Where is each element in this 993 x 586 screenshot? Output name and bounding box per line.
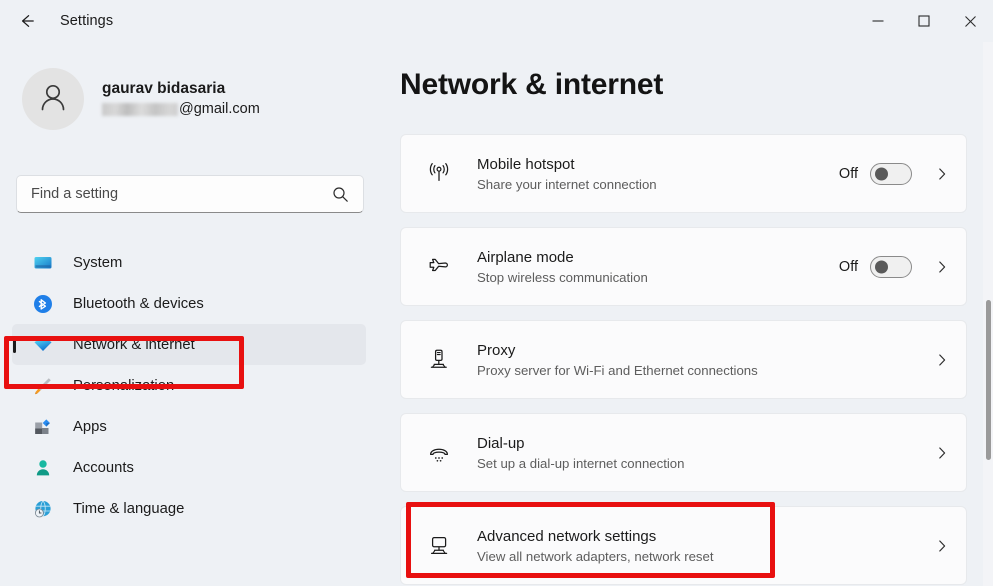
account-name: gaurav bidasaria [102, 80, 226, 97]
sidebar-item-accounts[interactable]: Accounts [12, 447, 366, 488]
account-email-suffix: @gmail.com [179, 101, 260, 117]
card-controls: Off [838, 255, 950, 278]
search-input[interactable] [17, 186, 332, 202]
card-subtitle: View all network adapters, network reset [477, 548, 714, 564]
minimize-button[interactable] [855, 0, 901, 42]
card-subtitle: Proxy server for Wi-Fi and Ethernet conn… [477, 362, 758, 378]
mobile-hotspot-toggle[interactable] [870, 162, 912, 185]
toggle-knob [875, 167, 888, 180]
close-icon [963, 14, 978, 29]
sidebar-nav: System Bluetooth & devices Network & int… [0, 242, 392, 529]
person-avatar-icon [35, 79, 71, 120]
sidebar-item-apps[interactable]: Apps [12, 406, 366, 447]
card-title: Mobile hotspot [477, 155, 575, 173]
scrollbar-thumb[interactable] [986, 300, 991, 460]
monitor-icon [32, 252, 54, 274]
sidebar-item-label: Network & internet [73, 336, 195, 353]
person-icon [32, 457, 54, 479]
airplane-mode-toggle[interactable] [870, 255, 912, 278]
globe-clock-icon [32, 498, 54, 520]
chevron-right-icon[interactable] [934, 445, 950, 461]
wifi-icon [32, 334, 54, 356]
sidebar-item-personalization[interactable]: Personalization [12, 365, 366, 406]
card-subtitle: Stop wireless communication [477, 269, 648, 285]
maximize-icon [917, 14, 931, 28]
redacted-email-icon [102, 102, 178, 116]
toggle-state-label: Off [838, 258, 858, 275]
card-controls: Off [838, 162, 950, 185]
apps-icon [32, 416, 54, 438]
sidebar-item-label: Apps [73, 418, 107, 435]
main-scrollbar[interactable] [983, 42, 993, 586]
settings-card-list: Mobile hotspot Share your internet conne… [400, 134, 973, 586]
main-content: Network & internet Mobile hotspot Share … [392, 42, 993, 586]
card-proxy[interactable]: Proxy Proxy server for Wi-Fi and Etherne… [400, 320, 967, 399]
chevron-right-icon[interactable] [934, 352, 950, 368]
back-arrow-icon [17, 11, 37, 31]
card-title: Proxy [477, 341, 516, 359]
paintbrush-icon [32, 375, 54, 397]
back-button[interactable] [8, 5, 46, 37]
card-text: Mobile hotspot Share your internet conne… [477, 154, 839, 194]
card-controls [934, 352, 950, 368]
settings-window: Settings gaurav bidasaria @gmail.com Fin… [0, 0, 993, 586]
bluetooth-icon [32, 293, 54, 315]
card-controls [934, 538, 950, 554]
minimize-icon [871, 14, 885, 28]
card-title: Dial-up [477, 434, 525, 452]
toggle-state-label: Off [838, 165, 858, 182]
airplane-icon [419, 254, 459, 280]
card-airplane-mode[interactable]: Airplane mode Stop wireless communicatio… [400, 227, 967, 306]
sidebar-item-network-internet[interactable]: Network & internet [12, 324, 366, 365]
account-block[interactable]: gaurav bidasaria @gmail.com [22, 68, 260, 130]
card-dial-up[interactable]: Dial-up Set up a dial-up internet connec… [400, 413, 967, 492]
close-button[interactable] [947, 0, 993, 42]
chevron-right-icon[interactable] [934, 259, 950, 275]
page-title: Network & internet [400, 68, 664, 101]
card-text: Proxy Proxy server for Wi-Fi and Etherne… [477, 340, 934, 380]
sidebar-item-bluetooth-devices[interactable]: Bluetooth & devices [12, 283, 366, 324]
card-text: Advanced network settings View all netwo… [477, 526, 934, 566]
sidebar-item-system[interactable]: System [12, 242, 366, 283]
sidebar-item-label: Accounts [73, 459, 134, 476]
card-mobile-hotspot[interactable]: Mobile hotspot Share your internet conne… [400, 134, 967, 213]
search-box[interactable] [16, 175, 364, 213]
sidebar-item-time-language[interactable]: Time & language [12, 488, 366, 529]
card-text: Airplane mode Stop wireless communicatio… [477, 247, 839, 287]
sidebar: gaurav bidasaria @gmail.com Find a setti… [0, 42, 392, 586]
card-controls [934, 445, 950, 461]
hotspot-antenna-icon [419, 161, 459, 187]
proxy-server-icon [419, 347, 459, 373]
computer-network-icon [419, 533, 459, 559]
sidebar-item-label: System [73, 254, 123, 271]
selection-pill [13, 336, 16, 353]
app-title: Settings [60, 13, 114, 29]
sidebar-item-label: Personalization [73, 377, 175, 394]
card-title: Airplane mode [477, 248, 574, 266]
telephone-handset-icon [419, 440, 459, 466]
chevron-right-icon[interactable] [934, 166, 950, 182]
avatar [22, 68, 84, 130]
account-email: @gmail.com [102, 99, 260, 119]
card-title: Advanced network settings [477, 527, 657, 545]
card-text: Dial-up Set up a dial-up internet connec… [477, 433, 934, 473]
sidebar-item-label: Time & language [73, 500, 185, 517]
sidebar-item-label: Bluetooth & devices [73, 295, 204, 312]
card-advanced-network-settings[interactable]: Advanced network settings View all netwo… [400, 506, 967, 585]
search-icon[interactable] [332, 186, 363, 203]
toggle-knob [875, 260, 888, 273]
maximize-button[interactable] [901, 0, 947, 42]
chevron-right-icon[interactable] [934, 538, 950, 554]
card-subtitle: Share your internet connection [477, 176, 657, 192]
title-bar: Settings [0, 0, 993, 42]
card-subtitle: Set up a dial-up internet connection [477, 455, 685, 471]
window-controls [855, 0, 993, 42]
